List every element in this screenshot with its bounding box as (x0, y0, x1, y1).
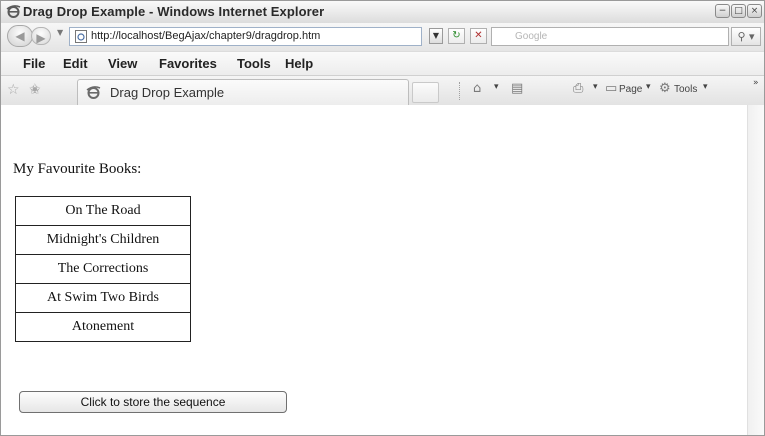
home-dropdown-icon[interactable]: ▾ (494, 82, 499, 92)
menu-tools[interactable]: Tools (237, 56, 271, 71)
page-icon (75, 30, 87, 43)
book-item[interactable]: Atonement (15, 312, 191, 342)
tab-bar: ☆ ✬ Drag Drop Example ⌂ ▾ ▤ ⎙ ▾ ▭ Page ▾… (1, 75, 764, 107)
maximize-button[interactable]: □ (731, 4, 746, 18)
store-sequence-button[interactable]: Click to store the sequence (19, 391, 287, 413)
forward-arrow-icon: ▶ (36, 31, 46, 45)
menu-file[interactable]: File (23, 56, 45, 71)
toolbar-overflow-icon[interactable]: » (753, 78, 759, 88)
search-placeholder: Google (515, 31, 548, 42)
menu-favorites[interactable]: Favorites (159, 56, 217, 71)
page-content: My Favourite Books: On The Road Midnight… (1, 105, 747, 435)
tools-dropdown-icon[interactable]: ▾ (703, 82, 708, 92)
menu-view[interactable]: View (108, 56, 137, 71)
vertical-scrollbar[interactable] (747, 105, 764, 435)
address-url: http://localhost/BegAjax/chapter9/dragdr… (91, 30, 321, 42)
menu-edit[interactable]: Edit (63, 56, 88, 71)
ie-page-icon (86, 86, 101, 99)
page-menu-dropdown-icon[interactable]: ▾ (646, 82, 651, 92)
toolbar-separator (459, 82, 461, 100)
tools-menu-label[interactable]: Tools (674, 84, 697, 95)
search-input[interactable]: Google (491, 27, 729, 46)
add-favorites-icon[interactable]: ✬ (29, 82, 41, 98)
back-button[interactable]: ◀ (7, 25, 33, 47)
feeds-icon[interactable]: ▤ (511, 81, 523, 96)
stop-button[interactable]: ✕ (470, 28, 487, 44)
favorites-star-icon[interactable]: ☆ (7, 82, 20, 98)
menu-bar: File Edit View Favorites Tools Help (1, 51, 764, 76)
address-toolbar: ◀ ▶ ▼ http://localhost/BegAjax/chapter9/… (1, 23, 764, 51)
book-item[interactable]: Midnight's Children (15, 225, 191, 255)
book-list: On The Road Midnight's Children The Corr… (15, 196, 191, 342)
tools-gear-icon[interactable]: ⚙ (659, 81, 671, 96)
caption-buttons: − □ × (715, 4, 762, 18)
home-icon[interactable]: ⌂ (473, 81, 481, 96)
back-arrow-icon: ◀ (15, 29, 25, 43)
print-icon[interactable]: ⎙ (573, 81, 583, 96)
book-item[interactable]: The Corrections (15, 254, 191, 284)
print-dropdown-icon[interactable]: ▾ (593, 82, 598, 92)
new-tab-button[interactable] (412, 82, 439, 103)
refresh-button[interactable]: ↻ (448, 28, 465, 44)
recent-pages-dropdown-icon[interactable]: ▼ (57, 28, 63, 37)
refresh-icon: ↻ (452, 30, 461, 41)
forward-button[interactable]: ▶ (31, 27, 51, 45)
stop-icon: ✕ (474, 30, 483, 41)
close-button[interactable]: × (747, 4, 762, 18)
ie-logo-icon (6, 5, 21, 18)
search-button[interactable]: ⚲ ▾ (731, 27, 761, 46)
book-item[interactable]: At Swim Two Birds (15, 283, 191, 313)
address-dropdown-button[interactable]: ▼ (429, 28, 443, 44)
page-menu-label[interactable]: Page (619, 84, 642, 95)
address-field[interactable]: http://localhost/BegAjax/chapter9/dragdr… (69, 27, 422, 46)
page-heading: My Favourite Books: (13, 161, 142, 177)
tab-title: Drag Drop Example (110, 85, 225, 100)
page-menu-icon[interactable]: ▭ (605, 81, 617, 96)
tab-drag-drop-example[interactable]: Drag Drop Example (77, 79, 409, 105)
menu-help[interactable]: Help (285, 56, 313, 71)
browser-window: Drag Drop Example - Windows Internet Exp… (0, 0, 765, 436)
title-bar: Drag Drop Example - Windows Internet Exp… (1, 1, 764, 24)
search-icon: ⚲ ▾ (737, 30, 755, 43)
window-title: Drag Drop Example - Windows Internet Exp… (23, 4, 325, 19)
minimize-button[interactable]: − (715, 4, 730, 18)
book-item[interactable]: On The Road (15, 196, 191, 226)
